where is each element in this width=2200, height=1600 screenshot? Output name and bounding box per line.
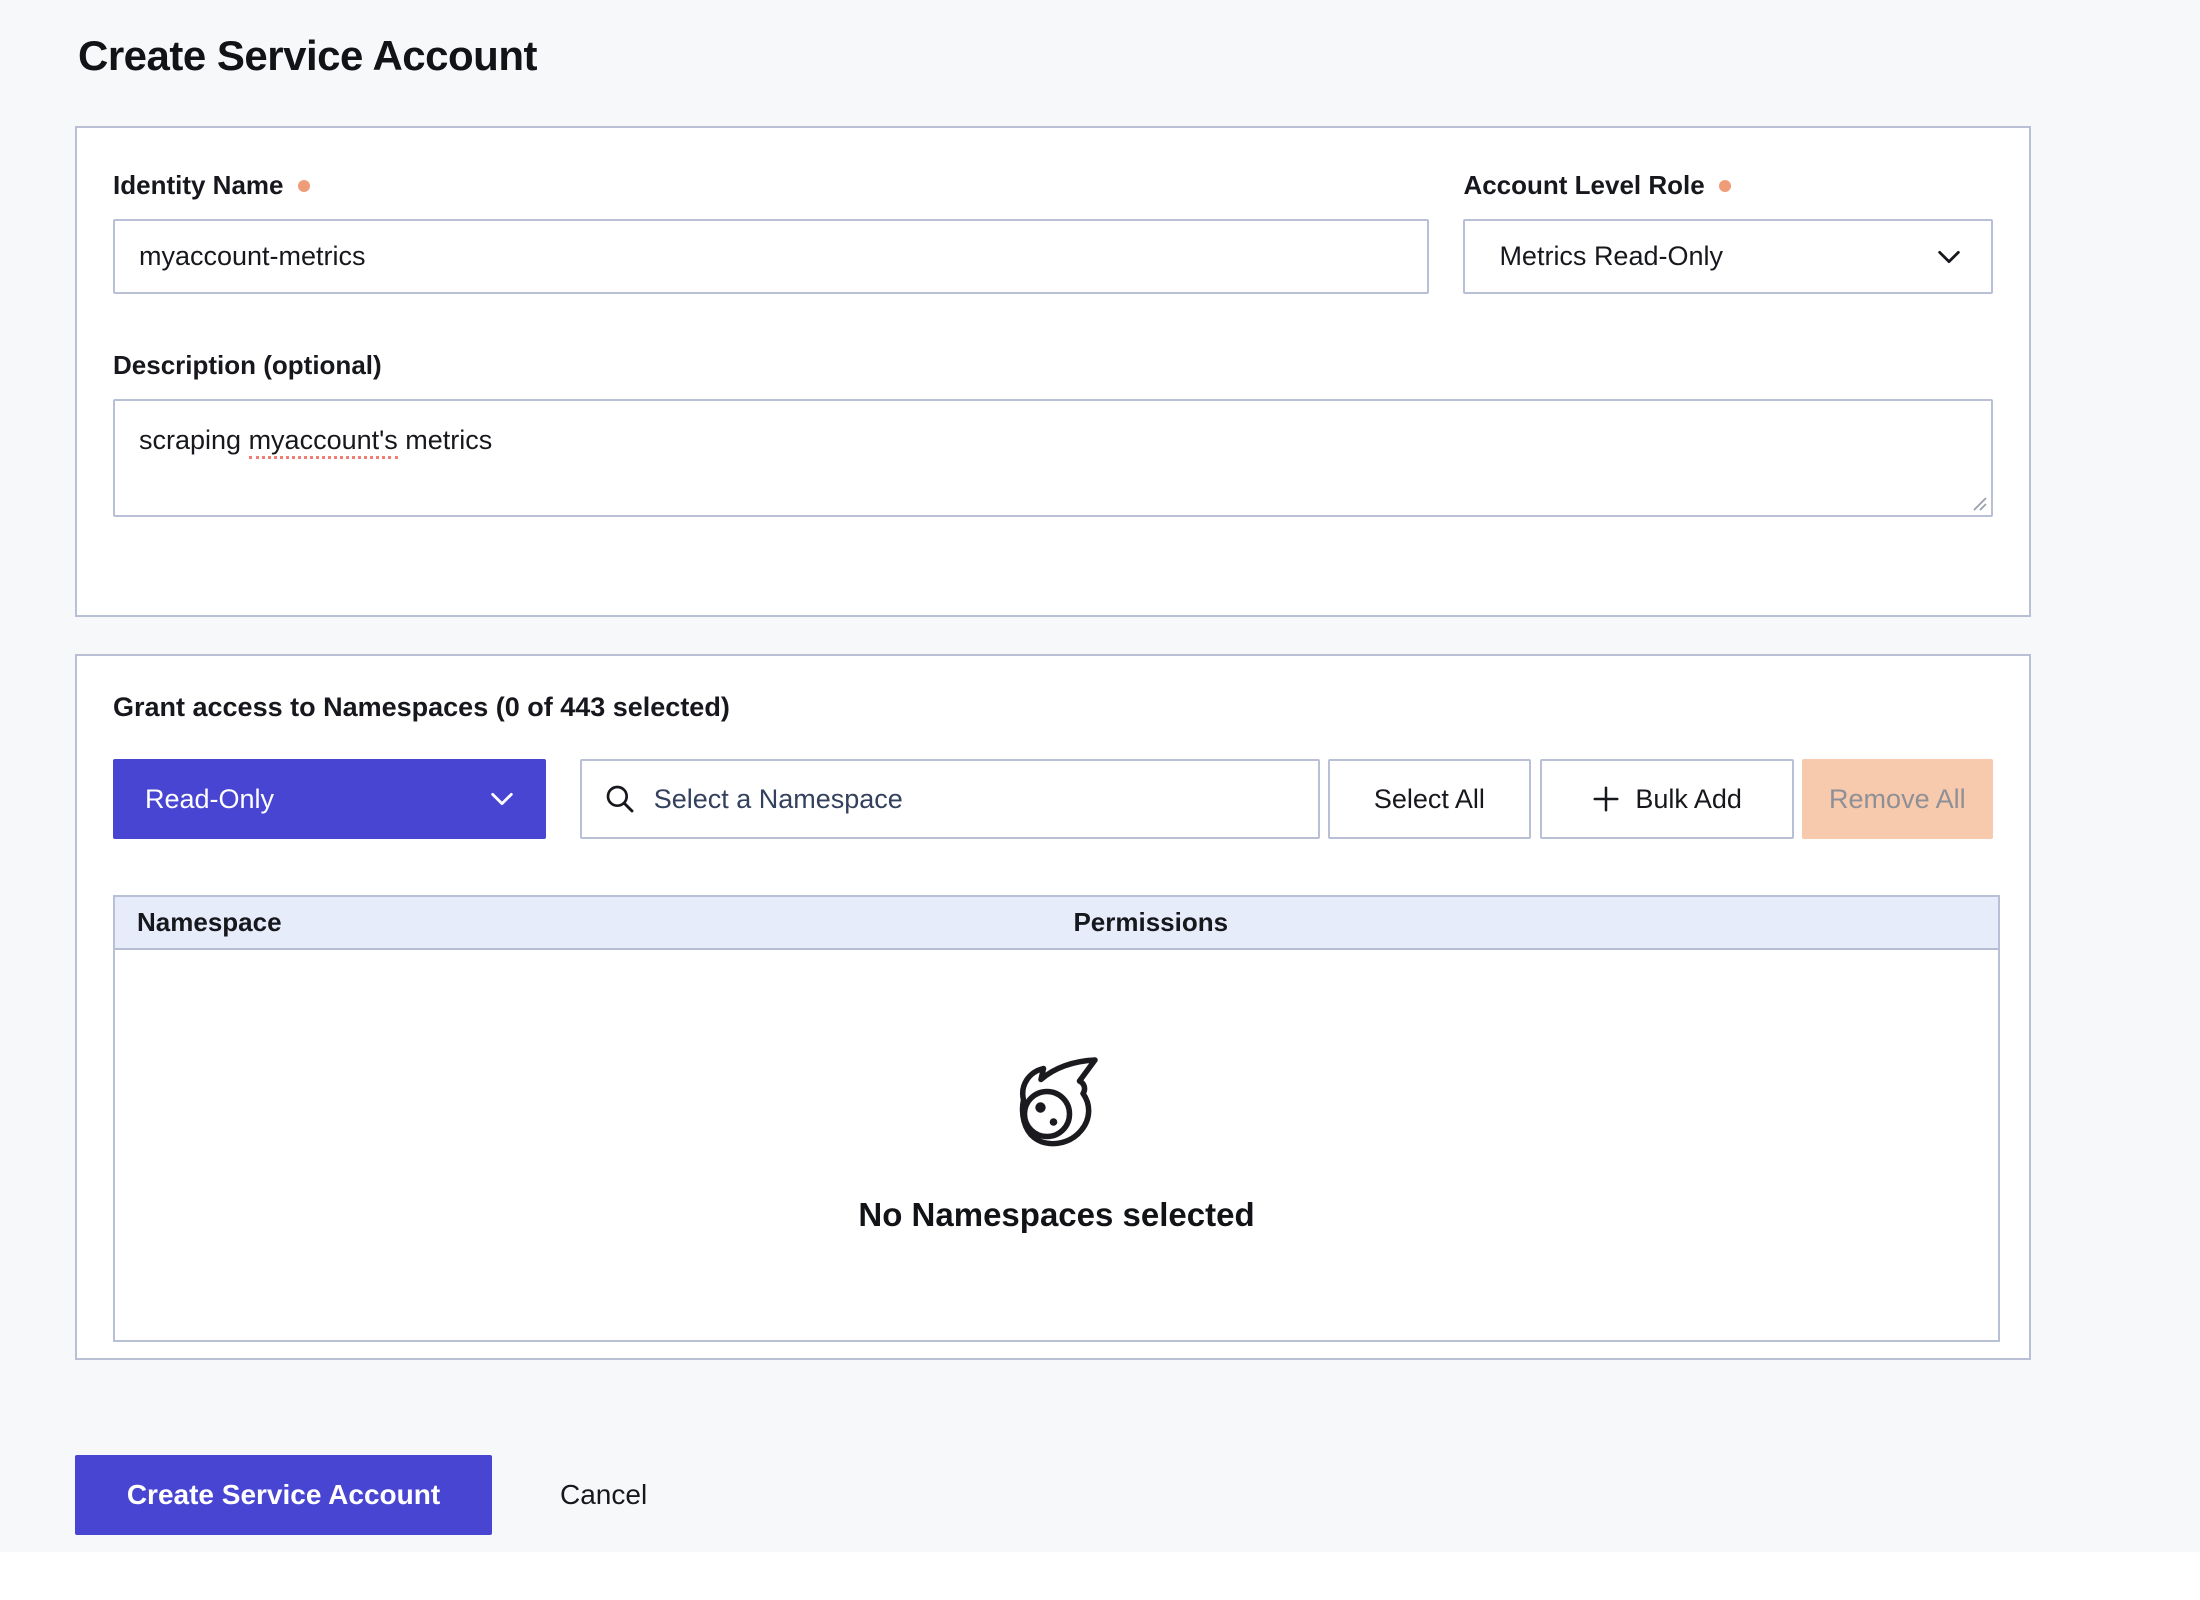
account-level-role-value: Metrics Read-Only	[1499, 241, 1723, 272]
column-header-namespace: Namespace	[115, 907, 1073, 938]
page-title: Create Service Account	[78, 32, 537, 80]
remove-all-label: Remove All	[1829, 784, 1966, 815]
empty-state-message: No Namespaces selected	[858, 1196, 1254, 1234]
identity-name-input[interactable]	[113, 219, 1429, 294]
select-all-label: Select All	[1374, 784, 1485, 815]
required-dot-icon	[298, 180, 310, 192]
plus-icon	[1591, 784, 1621, 814]
footer-strip	[0, 1552, 2200, 1600]
create-service-account-button[interactable]: Create Service Account	[75, 1455, 492, 1535]
description-textarea[interactable]: scraping myaccount's metrics	[113, 399, 1993, 517]
description-field-group: Description (optional) scraping myaccoun…	[113, 350, 1993, 517]
role-filter-value: Read-Only	[145, 784, 274, 815]
description-text: scraping	[139, 425, 249, 455]
namespaces-toolbar: Read-Only Select All Bulk Add Remove All	[113, 759, 1993, 839]
description-misspelled-word: myaccount's	[249, 425, 398, 459]
description-text: metrics	[398, 425, 493, 455]
select-all-button[interactable]: Select All	[1328, 759, 1530, 839]
chevron-down-icon	[486, 783, 518, 815]
cancel-button[interactable]: Cancel	[560, 1479, 647, 1511]
namespace-search-box	[580, 759, 1321, 839]
resize-handle-icon[interactable]	[1968, 492, 1988, 512]
description-label: Description (optional)	[113, 350, 382, 381]
namespaces-table-header: Namespace Permissions	[115, 897, 1998, 950]
remove-all-button[interactable]: Remove All	[1802, 759, 1993, 839]
create-button-label: Create Service Account	[127, 1479, 440, 1510]
namespace-search-input[interactable]	[654, 761, 1297, 837]
footer-actions: Create Service Account Cancel	[75, 1455, 647, 1535]
identity-name-field-group: Identity Name	[113, 170, 1429, 294]
namespaces-heading: Grant access to Namespaces (0 of 443 sel…	[113, 692, 1993, 723]
bulk-add-button[interactable]: Bulk Add	[1540, 759, 1794, 839]
namespaces-empty-state: No Namespaces selected	[115, 950, 1998, 1340]
required-dot-icon	[1719, 180, 1731, 192]
chevron-down-icon	[1933, 241, 1965, 273]
account-level-role-field-group: Account Level Role Metrics Read-Only	[1463, 170, 1993, 294]
column-header-permissions: Permissions	[1073, 907, 1998, 938]
service-account-form-panel: Identity Name Account Level Role Metrics…	[75, 126, 2031, 617]
account-level-role-label: Account Level Role	[1463, 170, 1704, 201]
namespaces-panel: Grant access to Namespaces (0 of 443 sel…	[75, 654, 2031, 1360]
search-icon	[604, 783, 636, 815]
identity-name-label: Identity Name	[113, 170, 284, 201]
comet-icon	[1007, 1056, 1107, 1156]
bulk-add-label: Bulk Add	[1635, 784, 1742, 815]
cancel-button-label: Cancel	[560, 1479, 647, 1510]
role-filter-dropdown[interactable]: Read-Only	[113, 759, 546, 839]
namespaces-table: Namespace Permissions No Namespaces sele…	[113, 895, 2000, 1342]
account-level-role-select[interactable]: Metrics Read-Only	[1463, 219, 1993, 294]
